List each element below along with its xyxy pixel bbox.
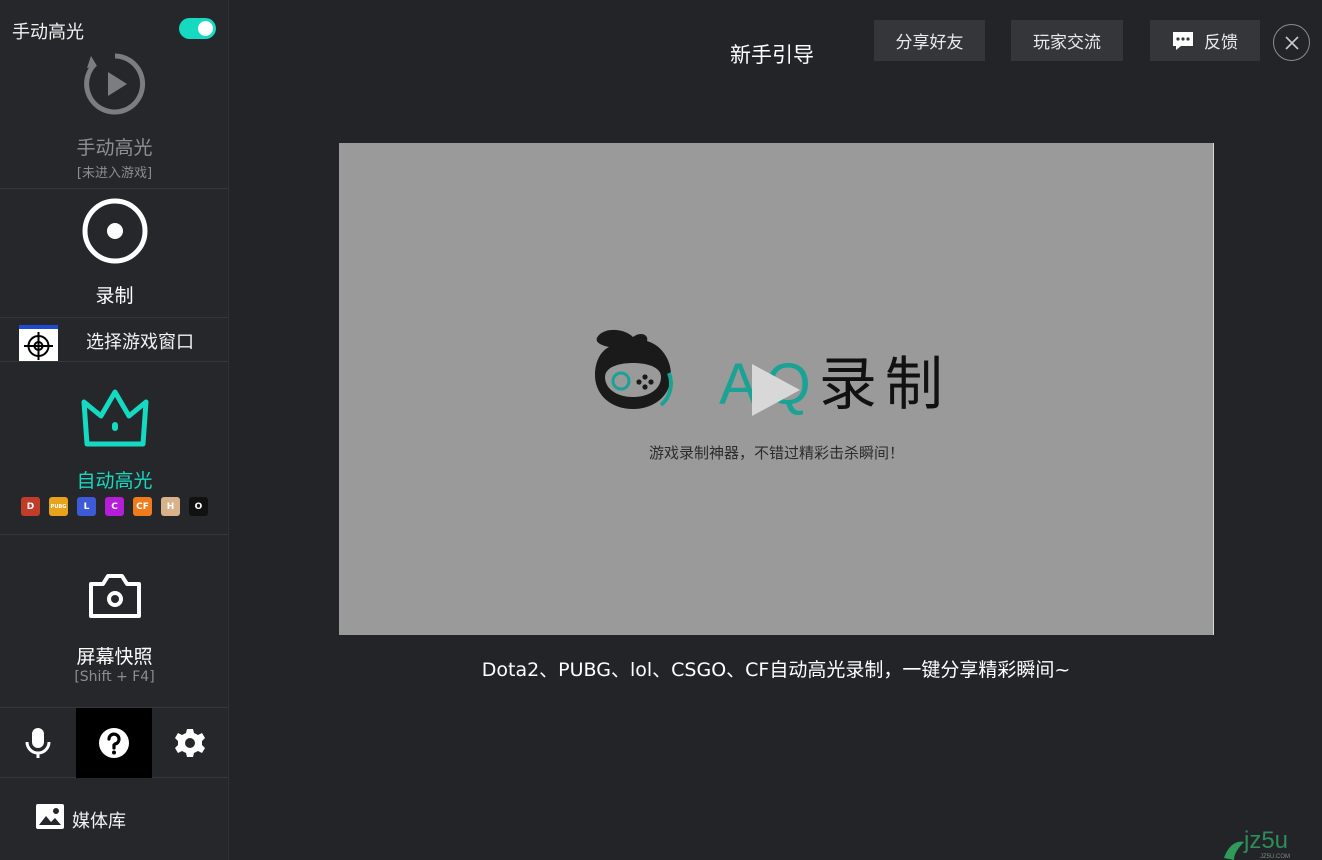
screen-snapshot-section[interactable]: 屏幕快照 [Shift + F4] — [0, 535, 229, 708]
microphone-icon — [25, 728, 51, 758]
select-game-window-label: 选择游戏窗口 — [86, 332, 194, 353]
feedback-button[interactable]: 反馈 — [1150, 20, 1260, 61]
cf-icon: CF — [133, 497, 152, 516]
help-icon — [99, 728, 129, 758]
help-button[interactable] — [76, 708, 152, 778]
gear-icon — [175, 729, 205, 757]
play-icon[interactable] — [744, 360, 804, 420]
player-community-button[interactable]: 玩家交流 — [1011, 20, 1123, 61]
guide-video-player[interactable]: AQ录制 游戏录制神器，不错过精彩击杀瞬间！ — [339, 143, 1214, 635]
record-section[interactable]: 录制 — [0, 189, 229, 318]
toggle-knob — [198, 21, 213, 36]
media-library-label: 媒体库 — [72, 811, 126, 832]
settings-button[interactable] — [152, 708, 228, 778]
window-thumbnail — [19, 325, 58, 361]
media-library[interactable]: 媒体库 — [0, 778, 229, 860]
guide-caption: Dota2、PUBG、lol、CSGO、CF自动高光录制，一键分享精彩瞬间~ — [481, 659, 1071, 681]
supported-games: D PUBG L C CF H O — [21, 497, 208, 516]
manual-highlight-toggle-label: 手动高光 — [12, 22, 84, 43]
hero-icon: H — [161, 497, 180, 516]
snapshot-shortcut: [Shift + F4] — [74, 669, 155, 685]
crown-icon[interactable] — [79, 388, 151, 452]
select-game-window[interactable]: 选择游戏窗口 — [0, 318, 229, 362]
camera-icon[interactable] — [87, 572, 143, 624]
record-icon[interactable] — [81, 197, 149, 269]
record-title: 录制 — [95, 285, 134, 307]
main-panel: 新手引导 分享好友 玩家交流 反馈 AQ录制 — [230, 0, 1322, 860]
screen-snapshot-title: 屏幕快照 — [76, 646, 153, 668]
microphone-button[interactable] — [0, 708, 76, 778]
brand-slogan: 游戏录制神器，不错过精彩击杀瞬间！ — [648, 444, 904, 462]
lol-icon: L — [77, 497, 96, 516]
manual-highlight-status: [未进入游戏] — [76, 166, 153, 181]
manual-highlight-toggle[interactable] — [179, 18, 216, 39]
image-icon — [36, 804, 64, 829]
pubg-icon: PUBG — [49, 497, 68, 516]
auto-highlight-title: 自动高光 — [76, 470, 153, 492]
site-watermark: jz5u JZ5U.COM — [1218, 818, 1310, 860]
auto-highlight-section[interactable]: 自动高光 D PUBG L C CF H O — [0, 362, 229, 535]
close-button[interactable] — [1273, 24, 1310, 61]
manual-highlight-title: 手动高光 — [76, 137, 153, 159]
tools-row — [0, 708, 229, 778]
crosshair-icon — [24, 332, 53, 360]
manual-highlight-section: 手动高光 手动高光 [未进入游戏] — [0, 0, 229, 189]
sidebar: 手动高光 手动高光 [未进入游戏] 录制 选择游戏窗口 自动高光 D PUBG … — [0, 0, 229, 860]
watermark-subtext: JZ5U.COM — [1260, 854, 1290, 860]
csgo-icon: C — [105, 497, 124, 516]
dota2-icon: D — [21, 497, 40, 516]
share-friends-button[interactable]: 分享好友 — [874, 20, 985, 61]
brand-cjk: 录制 — [818, 350, 951, 418]
watermark-text: jz5u — [1243, 827, 1288, 854]
page-title: 新手引导 — [730, 43, 814, 67]
feedback-label: 反馈 — [1204, 33, 1238, 53]
chat-icon — [1173, 31, 1193, 50]
manual-replay-icon[interactable] — [81, 50, 149, 122]
close-icon — [1284, 35, 1299, 50]
aq-mascot-logo — [595, 329, 673, 409]
overwatch-icon: O — [189, 497, 208, 516]
